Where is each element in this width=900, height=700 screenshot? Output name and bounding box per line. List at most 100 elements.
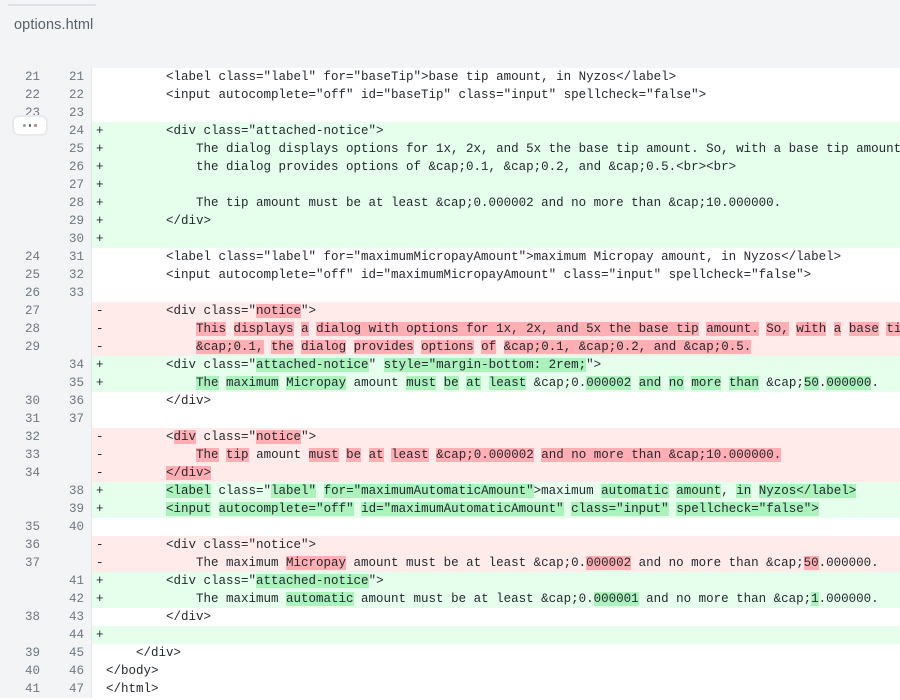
diff-code-cell[interactable]: </div>: [91, 644, 900, 662]
line-number-old[interactable]: 24: [0, 248, 47, 266]
line-number-old[interactable]: 27: [0, 302, 47, 320]
diff-code-cell[interactable]: [91, 104, 900, 122]
diff-code-cell[interactable]: + <input autocomplete="off" id="maximumA…: [91, 500, 900, 518]
line-number-new[interactable]: [47, 554, 92, 572]
diff-code-cell[interactable]: + </div>: [91, 212, 900, 230]
line-number-new[interactable]: 26: [47, 158, 92, 176]
diff-code-cell[interactable]: <input autocomplete="off" id="baseTip" c…: [91, 86, 900, 104]
expand-hunk-button[interactable]: [12, 115, 48, 136]
line-number-new[interactable]: 45: [47, 644, 92, 662]
line-number-old[interactable]: [0, 140, 47, 158]
line-number-old[interactable]: [0, 176, 47, 194]
line-number-new[interactable]: 21: [47, 68, 92, 86]
line-number-new[interactable]: 31: [47, 248, 92, 266]
line-number-old[interactable]: [0, 212, 47, 230]
line-number-new[interactable]: 27: [47, 176, 92, 194]
line-number-new[interactable]: 32: [47, 266, 92, 284]
diff-code-cell[interactable]: + The dialog displays options for 1x, 2x…: [91, 140, 900, 158]
line-number-old[interactable]: [0, 482, 47, 500]
line-number-new[interactable]: 34: [47, 356, 92, 374]
diff-code-cell[interactable]: + The maximum automatic amount must be a…: [91, 590, 900, 608]
line-number-old[interactable]: [0, 374, 47, 392]
line-number-new[interactable]: [47, 338, 92, 356]
line-number-new[interactable]: 46: [47, 662, 92, 680]
diff-code-cell[interactable]: <label class="label" for="maximumMicropa…: [91, 248, 900, 266]
line-number-new[interactable]: 36: [47, 392, 92, 410]
diff-code-cell[interactable]: + <div class="attached-notice">: [91, 572, 900, 590]
line-number-old[interactable]: 41: [0, 680, 47, 698]
line-number-old[interactable]: [0, 590, 47, 608]
diff-code-cell[interactable]: - <div class="notice">: [91, 428, 900, 446]
diff-code-cell[interactable]: - This displays a dialog with options fo…: [91, 320, 900, 338]
diff-code-cell[interactable]: </div>: [91, 608, 900, 626]
diff-code-cell[interactable]: - The maximum Micropay amount must be at…: [91, 554, 900, 572]
diff-code-cell[interactable]: <label class="label" for="baseTip">base …: [91, 68, 900, 86]
line-number-old[interactable]: 28: [0, 320, 47, 338]
diff-code-cell[interactable]: + The maximum Micropay amount must be at…: [91, 374, 900, 392]
line-number-old[interactable]: 26: [0, 284, 47, 302]
line-number-old[interactable]: 33: [0, 446, 47, 464]
line-number-old[interactable]: 34: [0, 464, 47, 482]
line-number-old[interactable]: 29: [0, 338, 47, 356]
line-number-new[interactable]: 38: [47, 482, 92, 500]
line-number-old[interactable]: [0, 230, 47, 248]
diff-code-cell[interactable]: - </div>: [91, 464, 900, 482]
line-number-old[interactable]: 22: [0, 86, 47, 104]
line-number-old[interactable]: 25: [0, 266, 47, 284]
line-number-new[interactable]: 29: [47, 212, 92, 230]
diff-code-cell[interactable]: + <div class="attached-notice" style="ma…: [91, 356, 900, 374]
line-number-new[interactable]: 23: [47, 104, 92, 122]
diff-code-cell[interactable]: - The tip amount must be at least &cap;0…: [91, 446, 900, 464]
line-number-new[interactable]: 43: [47, 608, 92, 626]
line-number-old[interactable]: [0, 158, 47, 176]
diff-code-cell[interactable]: - <div class="notice">: [91, 536, 900, 554]
line-number-new[interactable]: [47, 302, 92, 320]
diff-code-cell[interactable]: + <div class="attached-notice">: [91, 122, 900, 140]
line-number-new[interactable]: 40: [47, 518, 92, 536]
diff-code-cell[interactable]: + The tip amount must be at least &cap;0…: [91, 194, 900, 212]
diff-code-cell[interactable]: +: [91, 230, 900, 248]
line-number-new[interactable]: [47, 428, 92, 446]
line-number-old[interactable]: [0, 500, 47, 518]
line-number-new[interactable]: [47, 464, 92, 482]
diff-code-cell[interactable]: + the dialog provides options of &cap;0.…: [91, 158, 900, 176]
line-number-new[interactable]: [47, 536, 92, 554]
line-number-new[interactable]: 42: [47, 590, 92, 608]
diff-code-cell[interactable]: <input autocomplete="off" id="maximumMic…: [91, 266, 900, 284]
line-number-old[interactable]: 36: [0, 536, 47, 554]
line-number-old[interactable]: 21: [0, 68, 47, 86]
line-number-old[interactable]: 39: [0, 644, 47, 662]
diff-code-cell[interactable]: +: [91, 176, 900, 194]
diff-code-cell[interactable]: </div>: [91, 392, 900, 410]
diff-code-cell[interactable]: [91, 284, 900, 302]
diff-code-cell[interactable]: </body>: [91, 662, 900, 680]
line-number-new[interactable]: [47, 320, 92, 338]
line-number-new[interactable]: 41: [47, 572, 92, 590]
line-number-old[interactable]: 37: [0, 554, 47, 572]
line-number-new[interactable]: 37: [47, 410, 92, 428]
line-number-old[interactable]: 38: [0, 608, 47, 626]
diff-code-cell[interactable]: </html>: [91, 680, 900, 698]
line-number-old[interactable]: 30: [0, 392, 47, 410]
line-number-new[interactable]: 25: [47, 140, 92, 158]
diff-code-cell[interactable]: - &cap;0.1, the dialog provides options …: [91, 338, 900, 356]
line-number-new[interactable]: 39: [47, 500, 92, 518]
line-number-old[interactable]: 40: [0, 662, 47, 680]
line-number-new[interactable]: 44: [47, 626, 92, 644]
line-number-new[interactable]: 33: [47, 284, 92, 302]
line-number-old[interactable]: [0, 356, 47, 374]
line-number-old[interactable]: 31: [0, 410, 47, 428]
line-number-old[interactable]: [0, 626, 47, 644]
line-number-old[interactable]: 32: [0, 428, 47, 446]
line-number-old[interactable]: 35: [0, 518, 47, 536]
diff-code-cell[interactable]: [91, 410, 900, 428]
diff-code-cell[interactable]: + <label class="label" for="maximumAutom…: [91, 482, 900, 500]
line-number-new[interactable]: 24: [47, 122, 92, 140]
diff-code-cell[interactable]: +: [91, 626, 900, 644]
diff-code-cell[interactable]: - <div class="notice">: [91, 302, 900, 320]
line-number-new[interactable]: 47: [47, 680, 92, 698]
line-number-new[interactable]: [47, 446, 92, 464]
line-number-new[interactable]: 22: [47, 86, 92, 104]
line-number-new[interactable]: 35: [47, 374, 92, 392]
diff-code-cell[interactable]: [91, 518, 900, 536]
